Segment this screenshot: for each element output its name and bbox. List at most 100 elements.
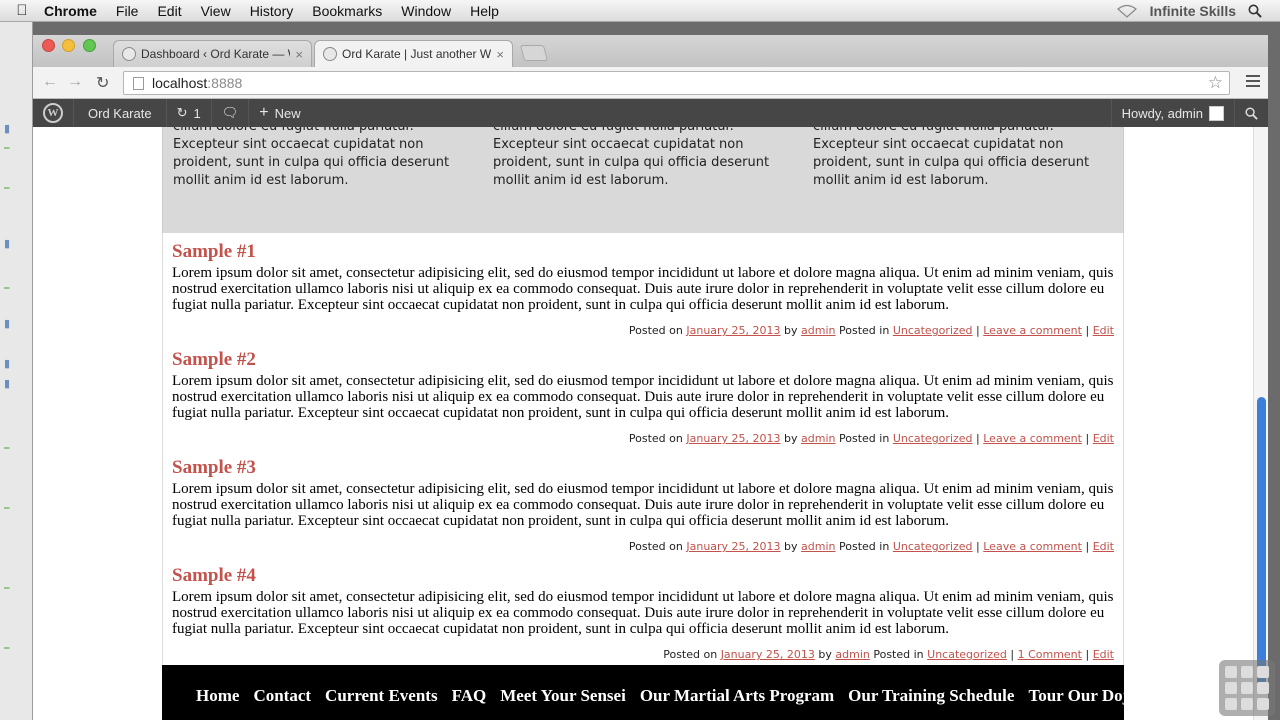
comment-link[interactable]: Leave a comment xyxy=(983,540,1082,553)
minimize-window-button[interactable] xyxy=(62,39,75,52)
menu-file[interactable]: File xyxy=(116,3,139,19)
search-icon xyxy=(1245,106,1258,120)
wp-logo-button[interactable]: W xyxy=(33,99,74,127)
post-date-link[interactable]: January 25, 2013 xyxy=(686,540,780,553)
back-arrow-icon[interactable]: ← xyxy=(42,73,58,91)
file-icon[interactable]: ⎯ xyxy=(4,282,30,294)
tab-dashboard[interactable]: Dashboard ‹ Ord Karate — W × xyxy=(113,40,312,67)
post-meta: Posted on January 25, 2013 by admin Post… xyxy=(663,648,1114,661)
post-body: Lorem ipsum dolor sit amet, consectetur … xyxy=(172,265,1114,313)
admin-search-button[interactable] xyxy=(1234,99,1268,127)
file-icon[interactable]: ⎯ xyxy=(4,182,30,194)
file-icon[interactable]: ⎯ xyxy=(4,582,30,594)
nav-tour-our-dojo[interactable]: Tour Our Dojo xyxy=(1028,686,1136,706)
widget-text-2: cillum dolore eu fugiat nulla pariatur. … xyxy=(493,127,770,188)
author-link[interactable]: admin xyxy=(801,324,835,337)
category-link[interactable]: Uncategorized xyxy=(893,432,973,445)
folder-icon[interactable]: ▮ xyxy=(4,122,30,135)
tab-title: Dashboard ‹ Ord Karate — W xyxy=(141,47,291,61)
folder-icon[interactable]: ▮ xyxy=(4,357,30,370)
menu-view[interactable]: View xyxy=(201,3,231,19)
post-list: Sample #1 Lorem ipsum dolor sit amet, co… xyxy=(162,233,1124,665)
author-link[interactable]: admin xyxy=(801,540,835,553)
new-content-button[interactable]: + New xyxy=(249,99,310,127)
meta-label: Posted on xyxy=(628,324,683,337)
file-icon[interactable]: ⎯ xyxy=(4,642,30,654)
edit-link[interactable]: Edit xyxy=(1093,432,1114,445)
edit-link[interactable]: Edit xyxy=(1093,324,1114,337)
meta-label: Posted in xyxy=(873,648,924,661)
nav-martial-arts-program[interactable]: Our Martial Arts Program xyxy=(640,686,834,706)
post-title[interactable]: Sample #3 xyxy=(172,449,1114,481)
apple-icon[interactable]:  xyxy=(0,2,44,19)
updates-button[interactable]: ↻ 1 xyxy=(167,99,212,127)
address-bar[interactable]: localhost:8888 ☆ xyxy=(123,71,1230,95)
nav-home[interactable]: Home xyxy=(196,686,239,706)
file-icon[interactable]: ⎯ xyxy=(4,442,30,454)
post-title[interactable]: Sample #2 xyxy=(172,341,1114,373)
comments-button[interactable]: 🗨 xyxy=(212,99,250,127)
meta-label: Posted in xyxy=(839,324,890,337)
menu-edit[interactable]: Edit xyxy=(157,3,181,19)
menu-bookmarks[interactable]: Bookmarks xyxy=(312,3,382,19)
category-link[interactable]: Uncategorized xyxy=(927,648,1007,661)
file-icon[interactable]: ⎯ xyxy=(4,142,30,154)
meta-separator: | xyxy=(1085,432,1090,445)
comment-link[interactable]: Leave a comment xyxy=(983,324,1082,337)
post-item: Sample #1 Lorem ipsum dolor sit amet, co… xyxy=(172,233,1114,341)
file-icon[interactable]: ⎯ xyxy=(4,502,30,514)
post-item: Sample #2 Lorem ipsum dolor sit amet, co… xyxy=(172,341,1114,449)
menu-help[interactable]: Help xyxy=(470,3,499,19)
nav-contact[interactable]: Contact xyxy=(253,686,311,706)
author-link[interactable]: admin xyxy=(801,432,835,445)
category-link[interactable]: Uncategorized xyxy=(893,540,973,553)
url-host: localhost xyxy=(152,75,208,91)
close-tab-icon[interactable]: × xyxy=(496,47,504,62)
post-title[interactable]: Sample #1 xyxy=(172,233,1114,265)
folder-icon[interactable]: ▮ xyxy=(4,377,30,390)
folder-icon[interactable]: ▮ xyxy=(4,317,30,330)
post-item: Sample #4 Lorem ipsum dolor sit amet, co… xyxy=(172,557,1114,665)
tab-ord-karate[interactable]: Ord Karate | Just another W × xyxy=(314,40,513,67)
menu-history[interactable]: History xyxy=(250,3,294,19)
close-tab-icon[interactable]: × xyxy=(295,47,303,62)
post-date-link[interactable]: January 25, 2013 xyxy=(686,324,780,337)
author-link[interactable]: admin xyxy=(835,648,869,661)
menu-app-chrome[interactable]: Chrome xyxy=(44,3,97,19)
url-port: :8888 xyxy=(207,75,243,91)
chrome-menu-icon[interactable] xyxy=(1246,75,1260,90)
post-date-link[interactable]: January 25, 2013 xyxy=(686,432,780,445)
reload-icon[interactable]: ↻ xyxy=(96,73,109,93)
meta-separator: | xyxy=(976,432,980,445)
plus-icon: + xyxy=(259,104,269,121)
scrollbar-thumb[interactable] xyxy=(1257,397,1266,687)
folder-icon[interactable]: ▮ xyxy=(4,237,30,250)
spotlight-search-icon[interactable] xyxy=(1248,4,1262,18)
new-tab-button[interactable] xyxy=(519,45,549,61)
new-label: New xyxy=(274,105,301,121)
nav-current-events[interactable]: Current Events xyxy=(325,686,438,706)
menu-window[interactable]: Window xyxy=(401,3,451,19)
grid-view-icon[interactable] xyxy=(1219,660,1275,716)
vertical-scrollbar[interactable] xyxy=(1253,127,1268,720)
edit-link[interactable]: Edit xyxy=(1093,540,1114,553)
comment-link[interactable]: Leave a comment xyxy=(983,432,1082,445)
post-meta: Posted on January 25, 2013 by admin Post… xyxy=(629,540,1114,553)
forward-arrow-icon[interactable]: → xyxy=(67,73,83,91)
page-viewport: cillum dolore eu fugiat nulla pariatur. … xyxy=(33,127,1253,720)
bookmark-star-icon[interactable]: ☆ xyxy=(1208,73,1223,93)
my-account-menu[interactable]: Howdy, admin xyxy=(1110,99,1234,127)
post-title[interactable]: Sample #4 xyxy=(172,557,1114,589)
site-name-link[interactable]: Ord Karate xyxy=(74,99,167,127)
zoom-window-button[interactable] xyxy=(83,39,96,52)
category-link[interactable]: Uncategorized xyxy=(893,324,973,337)
page-icon xyxy=(133,77,144,90)
nav-meet-your-sensei[interactable]: Meet Your Sensei xyxy=(500,686,626,706)
comment-link[interactable]: 1 Comment xyxy=(1018,648,1082,661)
post-date-link[interactable]: January 25, 2013 xyxy=(721,648,815,661)
nav-faq[interactable]: FAQ xyxy=(452,686,487,706)
close-window-button[interactable] xyxy=(42,39,55,52)
wifi-icon[interactable] xyxy=(1116,4,1138,18)
edit-link[interactable]: Edit xyxy=(1093,648,1114,661)
nav-training-schedule[interactable]: Our Training Schedule xyxy=(848,686,1014,706)
